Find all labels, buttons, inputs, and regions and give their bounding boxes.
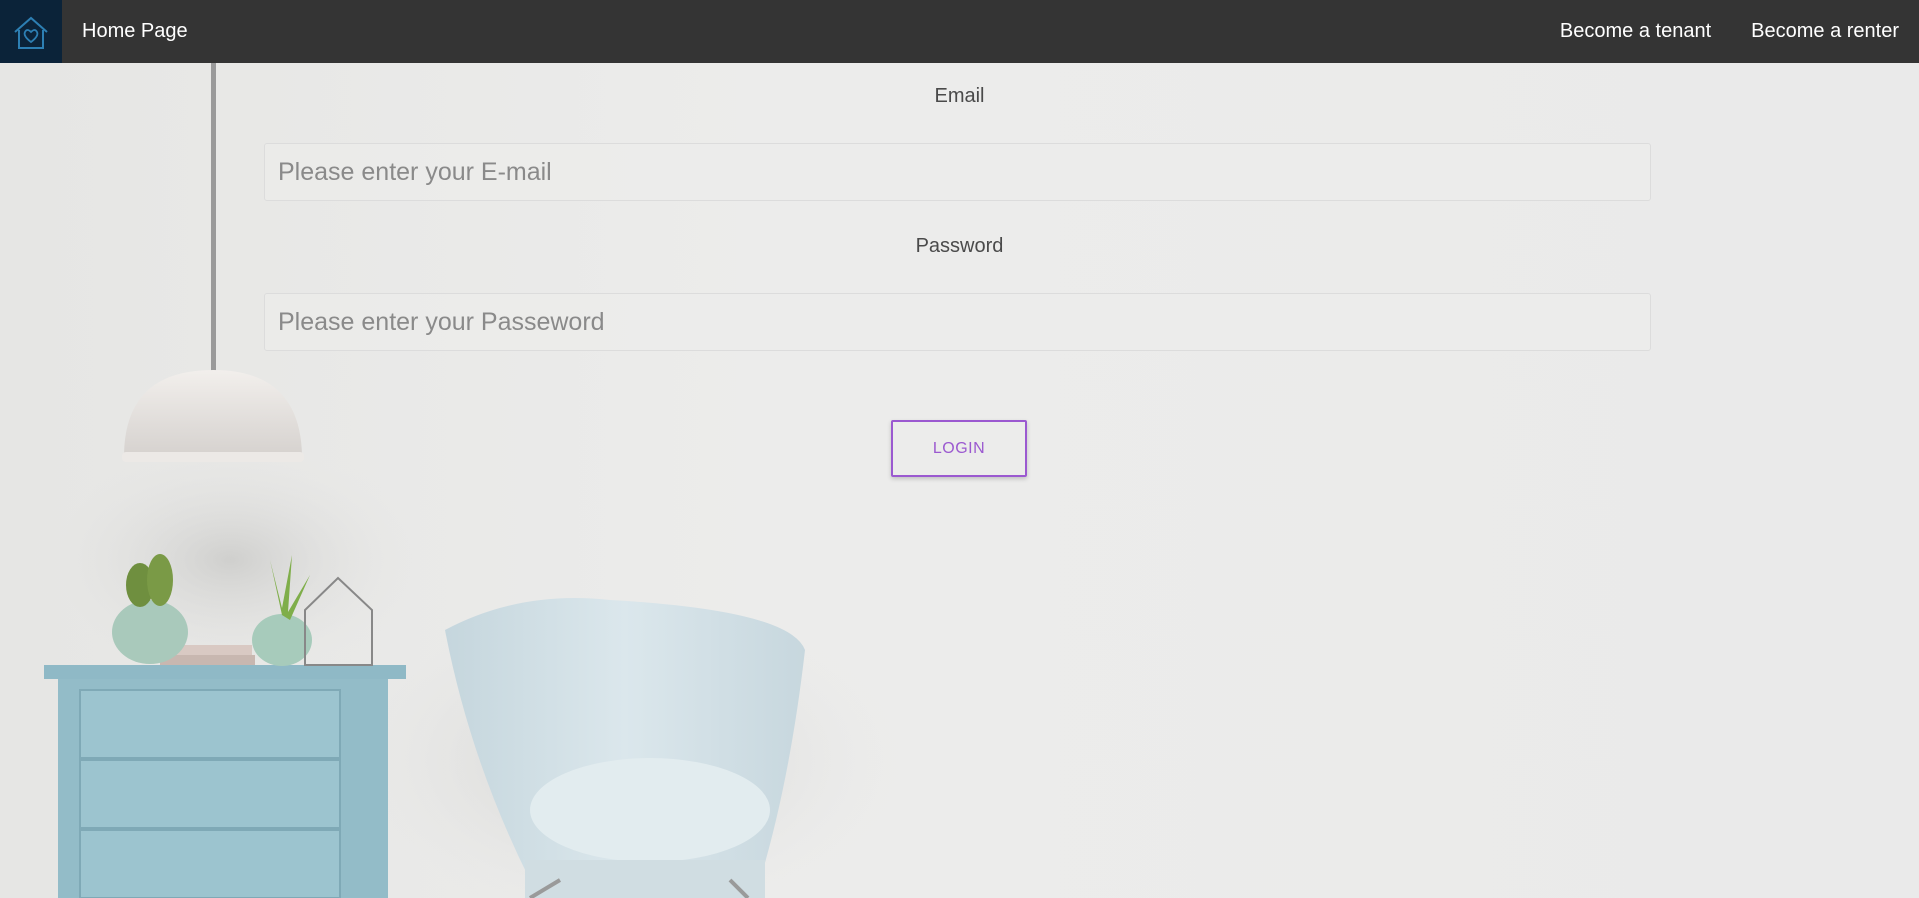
home-page-link[interactable]: Home Page: [82, 20, 188, 43]
become-tenant-link[interactable]: Become a tenant: [1560, 20, 1711, 43]
nav-links: Become a tenant Become a renter: [1560, 20, 1899, 43]
plant-pot: [252, 614, 312, 666]
become-renter-link[interactable]: Become a renter: [1751, 20, 1899, 43]
cactus: [147, 554, 173, 606]
dresser-top: [44, 665, 406, 679]
dresser-drawer: [79, 759, 341, 829]
password-label: Password: [915, 235, 1004, 257]
lamp-shade: [124, 370, 302, 455]
top-navbar: Home Page Become a tenant Become a rente…: [0, 0, 1919, 63]
email-field[interactable]: [264, 143, 1651, 201]
plant-pot: [112, 600, 188, 664]
dresser-drawer: [79, 689, 341, 759]
lamp-rim: [122, 452, 304, 462]
login-button[interactable]: LOGIN: [891, 420, 1027, 477]
wall-shadow: [30, 440, 430, 680]
armchair-seat: [530, 758, 770, 862]
house-heart-logo-icon: [14, 16, 48, 49]
lamp-cord: [211, 63, 216, 373]
armchair-base: [525, 860, 765, 898]
home-logo[interactable]: [0, 0, 62, 63]
password-field[interactable]: [264, 293, 1651, 351]
email-label: Email: [934, 85, 985, 107]
dresser-drawer: [79, 829, 341, 898]
